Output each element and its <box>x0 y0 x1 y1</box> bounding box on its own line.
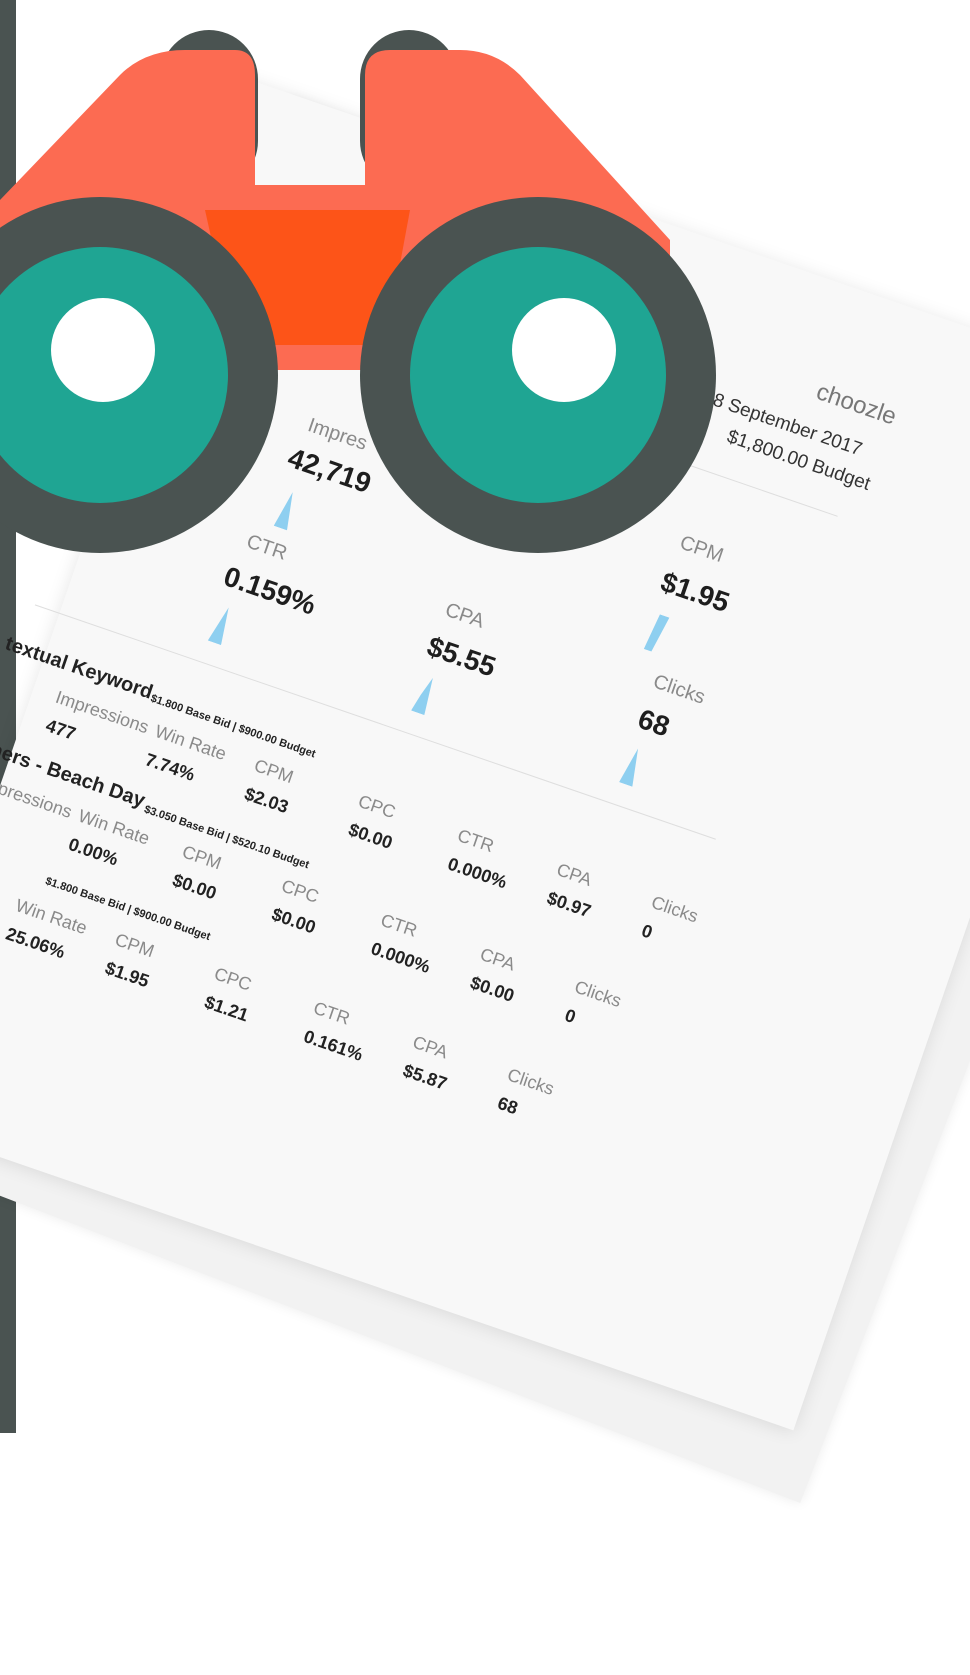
cpc-value: $0.00 <box>345 819 396 853</box>
cpa-value: $5.87 <box>400 1060 450 1094</box>
clicks-value: 68 <box>634 703 674 743</box>
ctr-label: CTR <box>378 909 420 941</box>
cpa-value: $5.55 <box>423 630 500 683</box>
clicks-sparkline <box>619 748 639 787</box>
cpa-value: $0.97 <box>544 887 594 922</box>
cpm-label: CPM <box>251 755 297 788</box>
cpm-value: $2.03 <box>241 783 292 818</box>
cpc-value: $0.00 <box>269 904 319 938</box>
cpa-label: CPA <box>477 944 518 975</box>
clicks-value: 0 <box>562 1004 579 1028</box>
clicks-label: Clicks <box>650 670 708 709</box>
right-lens-glare <box>512 298 616 402</box>
cpm-value: $0.00 <box>169 869 220 904</box>
impressions-value: 477 <box>43 715 79 744</box>
win-rate-value: 0.00% <box>65 834 121 870</box>
ctr-value: 0.161% <box>301 1026 366 1065</box>
cpc-label: CPC <box>211 963 255 995</box>
cpc-value: $1.21 <box>201 991 252 1026</box>
ctr-label: CTR <box>454 825 497 857</box>
win-rate-value: 7.74% <box>142 749 198 785</box>
clicks-label: Clicks <box>572 976 624 1012</box>
cpa-label: CPA <box>410 1031 451 1063</box>
clicks-value: 0 <box>639 920 656 943</box>
cpc-label: CPC <box>278 875 322 907</box>
clicks-value: 68 <box>495 1092 521 1119</box>
ctr-value: 0.000% <box>368 938 433 977</box>
cpa-value: $0.00 <box>467 972 517 1006</box>
cpm-value: $1.95 <box>102 957 152 992</box>
left-lens-glare <box>51 298 155 402</box>
cpa-label: CPA <box>554 859 595 890</box>
cpc-label: CPC <box>355 791 399 823</box>
binoculars-illustration <box>0 30 716 553</box>
clicks-label: Clicks <box>648 891 701 927</box>
ctr-value: 0.000% <box>445 853 510 893</box>
cpm-label: CPM <box>179 841 225 874</box>
cpa-sparkline <box>411 677 433 716</box>
clicks-label: Clicks <box>504 1064 557 1099</box>
cpm-label: CPM <box>112 929 157 962</box>
ctr-label: CTR <box>310 997 353 1029</box>
